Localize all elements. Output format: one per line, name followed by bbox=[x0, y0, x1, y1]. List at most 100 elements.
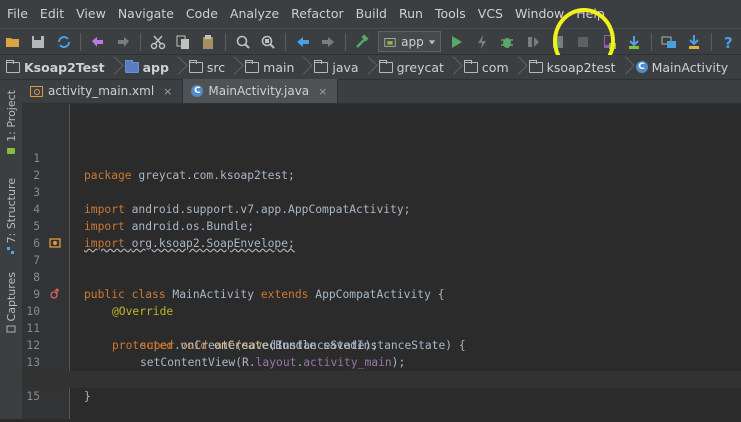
sdk-download-icon[interactable] bbox=[683, 31, 704, 53]
android-icon bbox=[7, 147, 15, 154]
menu-code[interactable]: Code bbox=[179, 0, 223, 28]
project-structure-icon[interactable] bbox=[658, 31, 679, 53]
close-icon[interactable]: × bbox=[318, 85, 327, 98]
breadcrumb-com[interactable]: com bbox=[458, 55, 515, 80]
code-line[interactable]: 9 @Override bbox=[22, 269, 741, 318]
menu-refactor[interactable]: Refactor bbox=[284, 0, 348, 28]
code-line[interactable]: 7 public class MainActivity extends AppC… bbox=[22, 235, 741, 301]
forward-icon[interactable] bbox=[317, 31, 338, 53]
code-line[interactable]: 8 bbox=[22, 252, 741, 284]
breadcrumb-separator bbox=[450, 55, 458, 80]
menu-edit[interactable]: Edit bbox=[33, 0, 69, 28]
close-icon[interactable]: × bbox=[163, 85, 172, 98]
sdk-manager-icon[interactable] bbox=[624, 31, 645, 53]
capture-icon bbox=[6, 325, 16, 333]
code-line[interactable]: 13 } bbox=[22, 337, 741, 386]
open-folder-icon[interactable] bbox=[2, 31, 23, 53]
captures-tool-tab[interactable]: Captures bbox=[0, 272, 22, 337]
java-class-icon: C bbox=[191, 85, 204, 97]
menu-view[interactable]: View bbox=[69, 0, 111, 28]
help-icon[interactable]: ? bbox=[718, 31, 739, 53]
tab-activity-main-xml[interactable]: activity_main.xml × bbox=[22, 79, 184, 103]
breadcrumb-separator bbox=[231, 55, 239, 80]
menu-vcs[interactable]: VCS bbox=[471, 0, 508, 28]
copy-icon[interactable] bbox=[172, 31, 193, 53]
menu-tools[interactable]: Tools bbox=[428, 0, 471, 28]
code-line[interactable]: 1 package greycat.com.ksoap2test; bbox=[22, 133, 741, 182]
code-line-current[interactable]: 15 bbox=[22, 371, 741, 403]
run-configuration-select[interactable]: app bbox=[378, 31, 441, 52]
code-line[interactable]: 4 import android.os.Bundle; bbox=[22, 184, 741, 233]
menu-analyze[interactable]: Analyze bbox=[223, 0, 284, 28]
structure-tool-tab[interactable]: 7: Structure bbox=[0, 178, 22, 259]
project-tool-tab[interactable]: 1: Project bbox=[0, 90, 22, 158]
project-tab-label: 1: Project bbox=[4, 90, 18, 142]
breadcrumb-separator bbox=[515, 55, 523, 80]
breadcrumb-separator bbox=[111, 55, 119, 80]
code-line[interactable]: 14 } bbox=[22, 354, 741, 403]
closing-brace: } bbox=[84, 390, 91, 403]
cut-icon[interactable] bbox=[147, 31, 168, 53]
replace-icon[interactable] bbox=[258, 31, 279, 53]
editor-tabs: activity_main.xml × C MainActivity.java … bbox=[22, 79, 741, 104]
breadcrumb-src[interactable]: src bbox=[183, 55, 231, 80]
breadcrumb-separator bbox=[300, 55, 308, 80]
code-editor[interactable]: 1 package greycat.com.ksoap2test; 2 3 im… bbox=[22, 104, 741, 419]
svg-text:?: ? bbox=[724, 34, 733, 50]
build-hammer-icon[interactable] bbox=[352, 31, 373, 53]
tab-mainactivity-java[interactable]: C MainActivity.java × bbox=[183, 79, 339, 103]
layout-xml-icon bbox=[30, 85, 43, 97]
folder-icon bbox=[245, 59, 260, 73]
breadcrumb-label: app bbox=[142, 59, 169, 75]
breadcrumb-label: com bbox=[481, 59, 509, 75]
debug-icon[interactable] bbox=[497, 31, 518, 53]
menu-navigate[interactable]: Navigate bbox=[111, 0, 179, 28]
breadcrumb-app[interactable]: app bbox=[119, 55, 175, 80]
code-line[interactable]: 6 bbox=[22, 218, 741, 250]
breadcrumb-label: greycat bbox=[396, 59, 444, 75]
code-line[interactable]: 10 protected void onCreate(Bundle savedI… bbox=[22, 286, 741, 352]
redo-icon[interactable] bbox=[113, 31, 134, 53]
structure-icon bbox=[7, 247, 14, 255]
code-line[interactable]: 2 bbox=[22, 150, 741, 182]
breadcrumb-main[interactable]: main bbox=[239, 55, 300, 80]
breadcrumb-separator bbox=[175, 55, 183, 80]
breadcrumb-label: ksoap2test bbox=[546, 59, 616, 75]
menu-build[interactable]: Build bbox=[349, 0, 392, 28]
module-folder-icon bbox=[124, 59, 139, 73]
toolbar-separator bbox=[80, 32, 82, 51]
code-line[interactable]: 12 setContentView(R.layout.activity_main… bbox=[22, 320, 741, 369]
code-line[interactable]: 11 super.onCreate(savedInstanceState); bbox=[22, 303, 741, 352]
code-line[interactable]: 3 import android.support.v7.app.AppCompa… bbox=[22, 167, 741, 216]
override-marker-icon[interactable] bbox=[49, 288, 61, 300]
menu-run[interactable]: Run bbox=[392, 0, 428, 28]
undo-icon[interactable] bbox=[87, 31, 108, 53]
captures-tab-label: Captures bbox=[4, 272, 18, 322]
structure-tab-label: 7: Structure bbox=[4, 178, 18, 244]
run-icon[interactable] bbox=[446, 31, 467, 53]
package-icon bbox=[378, 59, 393, 73]
chevron-down-icon bbox=[428, 39, 435, 44]
breadcrumb-ksoap2test[interactable]: ksoap2test bbox=[523, 55, 622, 80]
menu-bar: File Edit View Navigate Code Analyze Ref… bbox=[0, 0, 741, 28]
find-icon[interactable] bbox=[232, 31, 253, 53]
save-icon[interactable] bbox=[27, 31, 48, 53]
code-line[interactable]: 5 import org.ksoap2.SoapEnvelope; bbox=[22, 201, 741, 250]
paste-icon[interactable] bbox=[198, 31, 219, 53]
breadcrumb-project[interactable]: Ksoap2Test bbox=[0, 55, 111, 80]
run-configuration-label: app bbox=[401, 34, 424, 49]
folder-icon bbox=[314, 59, 329, 73]
toolbar-separator bbox=[225, 32, 227, 51]
attach-debugger-icon[interactable] bbox=[522, 31, 543, 53]
layout-link-icon[interactable] bbox=[49, 237, 61, 249]
apply-changes-icon[interactable] bbox=[471, 31, 492, 53]
breadcrumb-mainactivity[interactable]: C MainActivity bbox=[630, 55, 735, 80]
tab-label: MainActivity.java bbox=[208, 84, 310, 98]
toolbar-separator bbox=[650, 32, 652, 51]
menu-file[interactable]: File bbox=[0, 0, 33, 28]
breadcrumb-java[interactable]: java bbox=[308, 55, 364, 80]
toolbar-separator bbox=[344, 32, 346, 51]
back-icon[interactable] bbox=[292, 31, 313, 53]
breadcrumb-greycat[interactable]: greycat bbox=[373, 55, 450, 80]
sync-icon[interactable] bbox=[53, 31, 74, 53]
